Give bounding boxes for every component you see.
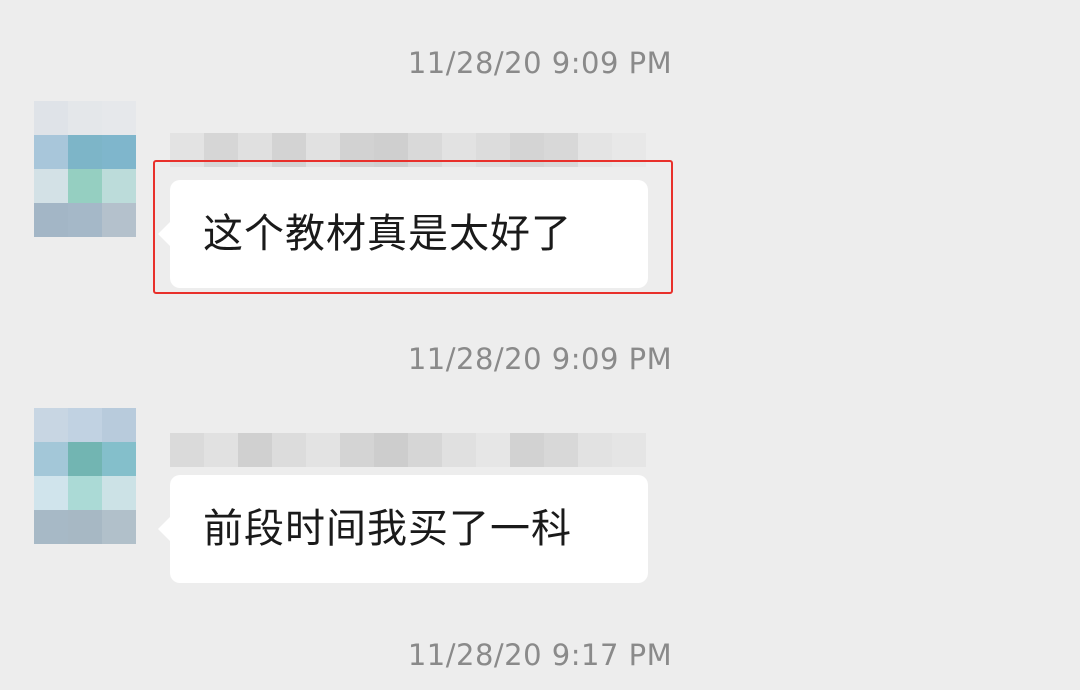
avatar[interactable] xyxy=(34,408,136,545)
message-timestamp: 11/28/20 9:17 PM xyxy=(407,638,673,672)
message-timestamp: 11/28/20 9:09 PM xyxy=(407,342,673,376)
highlight-annotation-box xyxy=(153,160,673,294)
sender-name-blurred xyxy=(170,433,646,467)
message-bubble[interactable]: 前段时间我买了一科 xyxy=(158,475,648,583)
message-text: 前段时间我买了一科 xyxy=(203,506,572,552)
message-timestamp: 11/28/20 9:09 PM xyxy=(407,46,673,80)
avatar[interactable] xyxy=(34,101,136,238)
